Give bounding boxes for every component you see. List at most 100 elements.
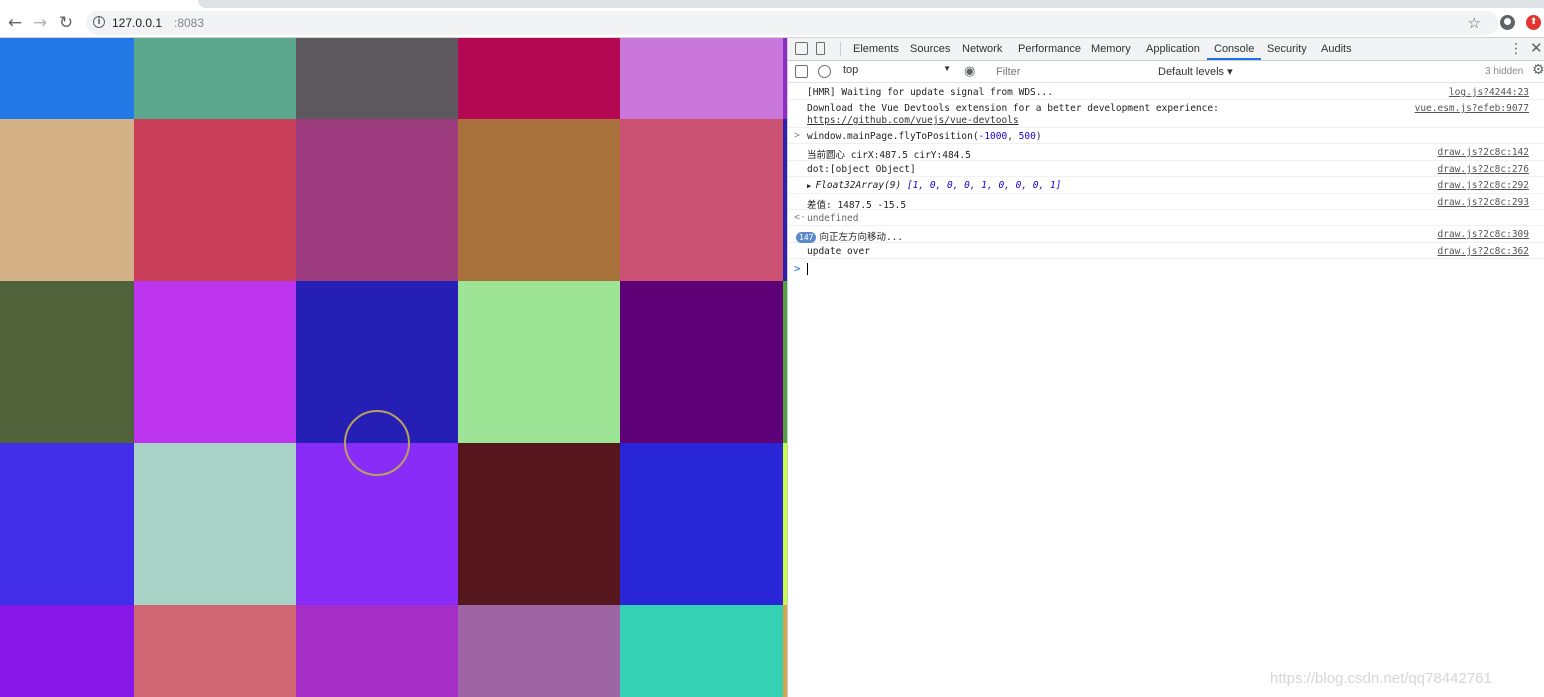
tab-strip <box>0 0 1544 8</box>
clear-console-icon[interactable] <box>818 65 831 78</box>
close-icon[interactable]: ✕ <box>1530 39 1543 57</box>
tab-memory[interactable]: Memory <box>1091 38 1131 60</box>
message-content: update over <box>807 246 870 257</box>
tab-console[interactable]: Console <box>1207 38 1262 60</box>
dropdown-arrow-icon: ▼ <box>943 64 951 73</box>
canvas-cell <box>134 38 296 119</box>
message-prefix: <· <box>794 212 807 223</box>
context-select-value: top <box>843 64 859 76</box>
console-message: [HMR] Waiting for update signal from WDS… <box>788 84 1544 100</box>
canvas-cell <box>458 38 620 119</box>
canvas-cell <box>620 443 783 605</box>
tab-sources[interactable]: Sources <box>910 38 950 60</box>
message-text: undefined <box>807 213 858 224</box>
watermark: https://blog.csdn.net/qq78442761 <box>1270 670 1492 687</box>
back-arrow-icon[interactable]: ← <box>4 12 26 34</box>
message-num1: -1000 <box>978 131 1008 142</box>
console-message: 147 向正左方向移动... draw.js?2c8c:309 <box>788 226 1544 243</box>
tab-audits[interactable]: Audits <box>1321 38 1352 60</box>
message-source-link[interactable]: draw.js?2c8c:309 <box>1437 229 1529 240</box>
console-message: dot:[object Object] draw.js?2c8c:276 <box>788 161 1544 177</box>
prompt-chevron-icon: > <box>794 262 801 275</box>
canvas-cell <box>296 119 458 281</box>
message-text: update over <box>807 246 870 257</box>
console-message: <· undefined <box>788 210 1544 226</box>
tab-elements[interactable]: Elements <box>853 38 899 60</box>
message-source-link[interactable]: draw.js?2c8c:142 <box>1437 147 1529 158</box>
console-filter-input[interactable] <box>990 64 1150 79</box>
console-messages: [HMR] Waiting for update signal from WDS… <box>788 84 1544 279</box>
message-source-link[interactable]: log.js?4244:23 <box>1449 87 1529 98</box>
tab-network[interactable]: Network <box>962 38 1002 60</box>
canvas-cell <box>0 443 134 605</box>
canvas-page[interactable] <box>0 38 783 697</box>
console-message: 当前圆心 cirX:487.5 cirY:484.5 draw.js?2c8c:1… <box>788 144 1544 161</box>
context-select[interactable]: top ▼ <box>843 64 951 79</box>
sidebar-toggle-icon[interactable] <box>795 65 808 78</box>
canvas-cell <box>620 605 783 697</box>
message-text-post: ) <box>1035 131 1042 142</box>
message-text: dot:[object Object] <box>807 164 916 175</box>
canvas-cell <box>458 119 620 281</box>
text-caret <box>807 263 808 275</box>
canvas-cell <box>134 443 296 605</box>
message-source-link[interactable]: draw.js?2c8c:276 <box>1437 164 1529 175</box>
address-bar[interactable]: i 127.0.0.1 :8083 ☆ <box>86 11 1498 35</box>
repeat-count-badge: 147 <box>796 232 817 243</box>
message-text: 147 向正左方向移动... <box>796 229 903 243</box>
canvas-cell <box>458 443 620 605</box>
extension-icon[interactable]: ⬆ <box>1526 15 1541 30</box>
message-text: [HMR] Waiting for update signal from WDS… <box>807 87 1053 98</box>
message-text: 差值: 1487.5 -15.5 <box>807 197 906 211</box>
message-source-link[interactable]: vue.esm.js?efeb:9077 <box>1415 103 1529 114</box>
canvas-cell <box>134 119 296 281</box>
message-num2: 500 <box>1018 131 1036 142</box>
browser-toolbar: ← → ↻ i 127.0.0.1 :8083 ☆ ⬆ <box>0 8 1544 38</box>
site-info-icon[interactable]: i <box>93 16 105 28</box>
tab-performance[interactable]: Performance <box>1018 38 1081 60</box>
canvas-cell <box>296 38 458 119</box>
canvas-cell <box>620 281 783 443</box>
tab-strip-background <box>198 0 1544 8</box>
devtools-panel: Elements Sources Network Performance Memory A… <box>787 38 1544 697</box>
message-link[interactable]: https://github.com/vuejs/vue-devtools <box>807 115 1019 126</box>
tab-application[interactable]: Application <box>1146 38 1200 60</box>
inspect-element-icon[interactable] <box>795 42 808 55</box>
message-source-link[interactable]: draw.js?2c8c:362 <box>1437 246 1529 257</box>
url-port: :8083 <box>174 16 205 30</box>
message-content: [HMR] Waiting for update signal from WDS… <box>807 87 1053 98</box>
canvas-cell <box>296 605 458 697</box>
console-prompt[interactable]: > <box>788 259 1544 279</box>
reload-icon[interactable]: ↻ <box>55 12 77 34</box>
more-menu-icon[interactable]: ⋮ <box>1509 41 1523 57</box>
console-message: 差值: 1487.5 -15.5 draw.js?2c8c:293 <box>788 194 1544 211</box>
message-source-link[interactable]: draw.js?2c8c:292 <box>1437 180 1529 191</box>
device-toolbar-icon[interactable] <box>816 42 825 55</box>
canvas-cell <box>620 119 783 281</box>
array-values: [1, 0, 0, 0, 1, 0, 0, 0, 1] <box>906 180 1062 191</box>
canvas-cell <box>620 38 783 119</box>
console-message: Download the Vue Devtools extension for … <box>788 100 1544 128</box>
canvas-cell <box>0 605 134 697</box>
message-text: Download the Vue Devtools extension for … <box>807 103 1219 114</box>
console-toolbar: top ▼ ◉ Default levels ▾ 3 hidden ⚙ <box>788 61 1544 83</box>
message-content: 当前圆心 cirX:487.5 cirY:484.5 <box>807 150 971 161</box>
settings-gear-icon[interactable]: ⚙ <box>1532 62 1544 78</box>
bookmark-star-icon[interactable]: ☆ <box>1468 14 1481 32</box>
message-prefix: > <box>794 130 801 141</box>
profile-avatar-icon[interactable] <box>1500 15 1515 30</box>
message-content: Download the Vue Devtools extension for … <box>807 103 1219 114</box>
canvas-cell <box>0 119 134 281</box>
position-circle-marker <box>344 410 410 476</box>
canvas-cell <box>458 605 620 697</box>
eye-icon[interactable]: ◉ <box>964 64 975 79</box>
message-source-link[interactable]: draw.js?2c8c:293 <box>1437 197 1529 208</box>
log-levels-dropdown[interactable]: Default levels ▾ <box>1158 65 1233 78</box>
canvas-cell <box>134 605 296 697</box>
devtools-tab-bar: Elements Sources Network Performance Memory A… <box>788 38 1544 61</box>
url-host: 127.0.0.1 <box>112 16 163 30</box>
message-content: undefined <box>807 213 859 224</box>
forward-arrow-icon[interactable]: → <box>29 12 51 34</box>
tab-security[interactable]: Security <box>1267 38 1307 60</box>
canvas-cell <box>458 281 620 443</box>
